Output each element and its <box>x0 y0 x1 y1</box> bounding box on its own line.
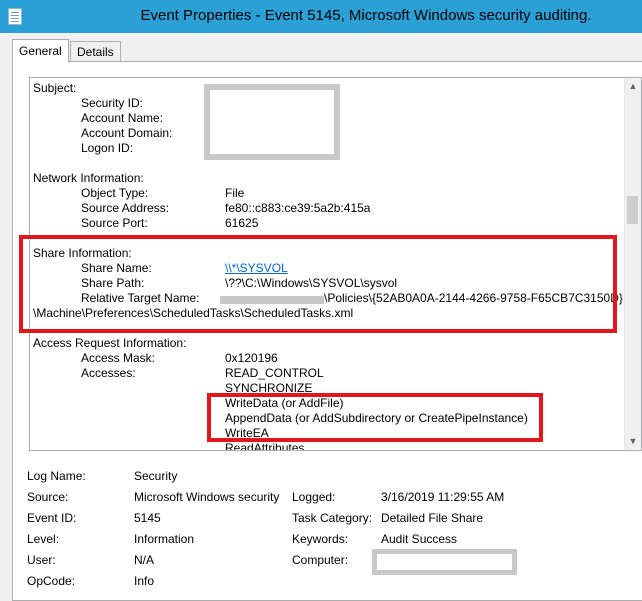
subject-header: Subject: <box>33 81 77 95</box>
logon-id-label: Logon ID: <box>81 141 134 155</box>
source-label: Source: <box>27 490 69 504</box>
object-type-label: Object Type: <box>81 186 149 200</box>
user-value: N/A <box>134 553 155 567</box>
accesses-highlight <box>207 393 543 442</box>
subject-redaction <box>204 84 340 160</box>
scroll-thumb[interactable] <box>627 196 638 224</box>
level-value: Information <box>134 532 195 546</box>
access-item: ReadAttributes <box>225 441 305 451</box>
source-address-value: fe80::c883:ce39:5a2b:415a <box>225 201 371 215</box>
network-header: Network Information: <box>33 171 144 185</box>
keywords-value: Audit Success <box>381 532 458 546</box>
logged-label: Logged: <box>292 490 336 504</box>
window-title: Event Properties - Event 5145, Microsoft… <box>140 7 592 24</box>
event-id-label: Event ID: <box>27 511 77 525</box>
computer-redaction <box>372 549 517 575</box>
source-port-value: 61625 <box>225 216 259 230</box>
source-port-label: Source Port: <box>81 216 148 230</box>
scroll-up-icon[interactable]: ▲ <box>625 78 641 95</box>
logged-value: 3/16/2019 11:29:55 AM <box>381 490 505 504</box>
access-mask-value: 0x120196 <box>225 351 278 365</box>
source-value: Microsoft Windows security <box>134 490 280 504</box>
scroll-down-icon[interactable]: ▼ <box>625 433 641 450</box>
description-scrollbar[interactable]: ▲ ▼ <box>624 78 641 450</box>
log-name-label: Log Name: <box>27 469 86 483</box>
event-id-value: 5145 <box>134 511 161 525</box>
task-category-label: Task Category: <box>292 511 373 525</box>
opcode-value: Info <box>134 574 155 588</box>
computer-label: Computer: <box>292 553 349 567</box>
tab-details[interactable]: Details <box>70 41 121 61</box>
source-address-label: Source Address: <box>81 201 170 215</box>
accesses-label: Accesses: <box>81 366 136 380</box>
log-name-value: Security <box>134 469 178 483</box>
account-domain-label: Account Domain: <box>81 126 173 140</box>
access-mask-label: Access Mask: <box>81 351 156 365</box>
title-bar: Event Properties - Event 5145, Microsoft… <box>0 0 642 33</box>
access-item: READ_CONTROL <box>225 366 324 380</box>
security-id-label: Security ID: <box>81 96 144 110</box>
user-label: User: <box>27 553 56 567</box>
level-label: Level: <box>27 532 60 546</box>
access-header: Access Request Information: <box>33 336 187 350</box>
share-info-highlight <box>19 235 617 333</box>
tab-general[interactable]: General <box>12 39 69 63</box>
keywords-label: Keywords: <box>292 532 349 546</box>
task-category-value: Detailed File Share <box>381 511 484 525</box>
opcode-label: OpCode: <box>27 574 76 588</box>
account-name-label: Account Name: <box>81 111 164 125</box>
object-type-value: File <box>225 186 245 200</box>
